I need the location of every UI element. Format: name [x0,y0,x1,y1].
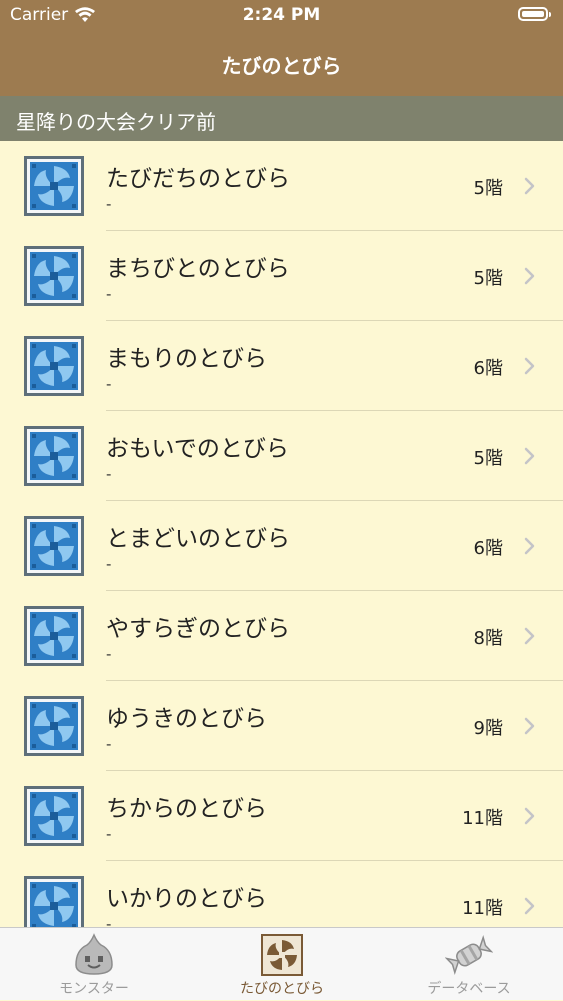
portal-icon [24,516,84,576]
tab-bar: モンスター たびのとびら データベース [0,927,563,1000]
floor-count: 11階 [462,808,503,829]
floor-count: 5階 [473,178,503,199]
floor-count: 6階 [473,538,503,559]
list-item[interactable]: ゆうきのとびら - 9階 [0,681,563,771]
chevron-right-icon [524,267,535,285]
floor-count: 5階 [473,268,503,289]
door-subtitle: - [106,555,112,573]
portal-icon [24,336,84,396]
chevron-right-icon [524,537,535,555]
door-subtitle: - [106,735,112,753]
page-title: たびのとびら [221,54,342,78]
floor-count: 9階 [473,718,503,739]
chevron-right-icon [524,897,535,915]
door-name: おもいでのとびら [106,436,289,462]
door-list[interactable]: たびだちのとびら - 5階 まちびとのとびら - 5階 まもりのとびら - 6階… [0,141,563,927]
tab-monsters[interactable]: モンスター [0,928,188,1001]
chevron-right-icon [524,357,535,375]
door-name: たびだちのとびら [106,166,290,192]
floor-count: 5階 [473,448,503,469]
list-item[interactable]: ちからのとびら - 11階 [0,771,563,861]
floor-count: 8階 [473,628,503,649]
door-subtitle: - [106,915,112,927]
list-item[interactable]: たびだちのとびら - 5階 [0,141,563,231]
list-item[interactable]: おもいでのとびら - 5階 [0,411,563,501]
tab-label: データベース [427,981,511,997]
chevron-right-icon [524,807,535,825]
status-time: 2:24 PM [242,5,321,25]
list-item[interactable]: まもりのとびら - 6階 [0,321,563,411]
portal-icon [24,426,84,486]
door-subtitle: - [106,645,112,663]
door-name: やすらぎのとびら [106,616,290,642]
list-item[interactable]: やすらぎのとびら - 8階 [0,591,563,681]
tab-database[interactable]: データベース [375,928,563,1001]
battery-icon [518,7,551,21]
portal-icon [24,876,84,927]
tab-doors[interactable]: たびのとびら [188,928,376,1001]
tab-label: たびのとびら [240,981,324,997]
portal-icon [24,606,84,666]
door-name: まちびとのとびら [106,256,290,282]
portal-icon [261,934,303,976]
door-name: いかりのとびら [106,886,267,912]
floor-count: 6階 [473,358,503,379]
portal-icon [24,786,84,846]
tab-label: モンスター [59,981,129,997]
door-name: ちからのとびら [106,796,267,822]
portal-icon [24,246,84,306]
chevron-right-icon [524,177,535,195]
door-subtitle: - [106,375,112,393]
slime-icon [75,933,113,975]
door-subtitle: - [106,285,112,303]
section-title: 星降りの大会クリア前 [16,110,216,134]
list-item[interactable]: いかりのとびら - 11階 [0,861,563,927]
portal-icon [24,696,84,756]
section-header: 星降りの大会クリア前 [0,96,563,141]
door-subtitle: - [106,825,112,843]
status-bar: Carrier 2:24 PM [0,0,563,32]
floor-count: 11階 [462,898,503,919]
portal-icon [24,156,84,216]
list-item[interactable]: まちびとのとびら - 5階 [0,231,563,321]
door-subtitle: - [106,465,112,483]
chevron-right-icon [524,717,535,735]
candy-icon [445,935,493,975]
chevron-right-icon [524,627,535,645]
door-subtitle: - [106,195,112,213]
chevron-right-icon [524,447,535,465]
navigation-bar: たびのとびら [0,32,563,96]
door-name: ゆうきのとびら [106,706,267,732]
door-name: まもりのとびら [106,346,267,372]
list-item[interactable]: とまどいのとびら - 6階 [0,501,563,591]
door-name: とまどいのとびら [106,526,290,552]
